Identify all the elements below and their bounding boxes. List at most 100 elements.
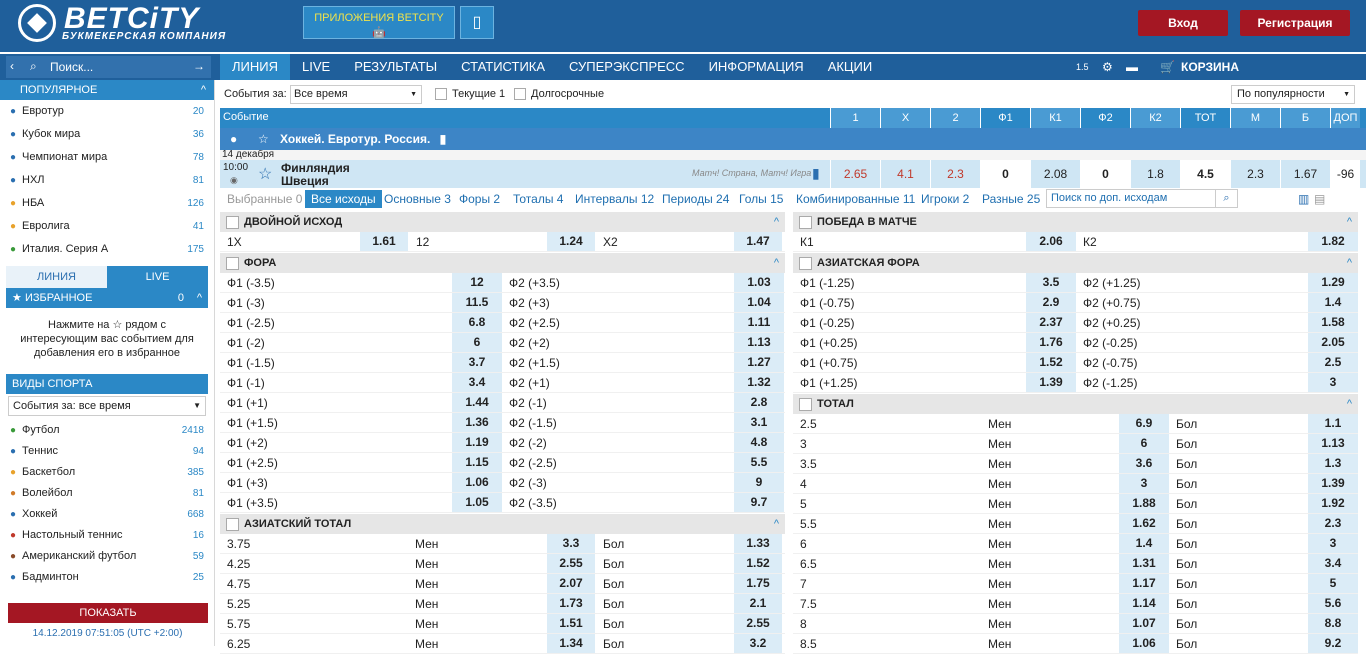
current-checkbox[interactable]: [435, 88, 447, 100]
odd-value[interactable]: 1.15: [452, 453, 502, 472]
market-title[interactable]: ТОТАЛ ^: [793, 394, 1358, 414]
tab-market[interactable]: Тоталы 4: [513, 188, 563, 210]
odd-value[interactable]: 1.88: [1119, 494, 1169, 513]
stats-icon[interactable]: ▮: [812, 165, 820, 182]
odd-value[interactable]: 8.8: [1308, 614, 1358, 633]
odd-value[interactable]: 5.6: [1308, 594, 1358, 613]
popular-item[interactable]: ● Кубок мира 36: [0, 123, 214, 146]
odd-value[interactable]: 5.5: [734, 453, 784, 472]
popular-item[interactable]: ● Италия. Серия А 175: [0, 238, 214, 261]
odd-value[interactable]: 1.07: [1119, 614, 1169, 633]
odd-value[interactable]: 1.13: [1308, 434, 1358, 453]
sport-item[interactable]: ● Бадминтон 25: [0, 567, 214, 588]
sport-item[interactable]: ● Хоккей 668: [0, 504, 214, 525]
arrow-right-icon[interactable]: →: [193, 59, 205, 73]
odd-value[interactable]: 1.06: [452, 473, 502, 492]
odd-value[interactable]: 3.2: [734, 634, 782, 653]
odd-value[interactable]: 4.8: [734, 433, 784, 452]
odd-over[interactable]: 1.67: [1280, 160, 1330, 188]
betcity-logo[interactable]: BETCiTY БУКМЕКЕРСКАЯ КОМПАНИЯ: [18, 2, 248, 48]
odd-value[interactable]: 6: [452, 333, 502, 352]
popular-item[interactable]: ● НХЛ 81: [0, 169, 214, 192]
tab-market[interactable]: Игроки 2: [921, 188, 969, 210]
phone-icon[interactable]: ▯: [460, 6, 494, 39]
cart-label[interactable]: КОРЗИНА: [1181, 54, 1239, 80]
popular-item[interactable]: ● Евротур 20: [0, 100, 214, 123]
tab-info[interactable]: ИНФОРМАЦИЯ: [697, 54, 816, 80]
odd-value[interactable]: 9.2: [1308, 634, 1358, 653]
star-icon[interactable]: ☆: [258, 164, 272, 184]
odd-x[interactable]: 4.1: [880, 160, 930, 188]
chevron-up-icon[interactable]: ^: [1347, 212, 1352, 232]
odd-value[interactable]: 1.14: [1119, 594, 1169, 613]
stats-icon[interactable]: ▮: [440, 132, 447, 146]
odd-value[interactable]: 1.13: [734, 333, 784, 352]
market-title[interactable]: АЗИАТСКИЙ ТОТАЛ ^: [220, 514, 785, 534]
odd-value[interactable]: 1.92: [1308, 494, 1358, 513]
odd-value[interactable]: 1.32: [734, 373, 784, 392]
tab-market[interactable]: Периоды 24: [662, 188, 729, 210]
odd-k2[interactable]: 1.8: [1130, 160, 1180, 188]
odd-value[interactable]: 1.17: [1119, 574, 1169, 593]
odd-value[interactable]: 1.58: [1308, 313, 1358, 332]
markets-search-input[interactable]: Поиск по доп. исходам ⌕: [1046, 189, 1238, 208]
show-button[interactable]: ПОКАЗАТЬ: [8, 603, 208, 623]
odd-value[interactable]: 3.1: [734, 413, 784, 432]
login-button[interactable]: Вход: [1138, 10, 1228, 36]
russia-flag-icon[interactable]: ▬: [1126, 54, 1138, 80]
tab-promo[interactable]: АКЦИИ: [816, 54, 885, 80]
odd-value[interactable]: 2.55: [547, 554, 595, 573]
odd-value[interactable]: 3.4: [1308, 554, 1358, 573]
market-title[interactable]: ПОБЕДА В МАТЧЕ ^: [793, 212, 1358, 232]
odd-1[interactable]: 2.65: [830, 160, 880, 188]
odd-value[interactable]: 2.3: [1308, 514, 1358, 533]
odd-value[interactable]: 1.05: [452, 493, 502, 512]
odd-value[interactable]: 1.76: [1026, 333, 1076, 352]
period-select[interactable]: Все время ▼: [290, 85, 422, 104]
apps-button[interactable]: ПРИЛОЖЕНИЯ BETCITY 🤖: [303, 6, 455, 39]
odd-value[interactable]: 3: [1119, 474, 1169, 493]
popular-item[interactable]: ● Евролига 41: [0, 215, 214, 238]
search-icon[interactable]: ⌕: [1215, 190, 1237, 207]
odd-value[interactable]: 1.39: [1308, 474, 1358, 493]
more-markets[interactable]: -96: [1330, 160, 1360, 188]
odd-value[interactable]: 1.24: [547, 232, 595, 251]
odd-value[interactable]: 1.62: [1119, 514, 1169, 533]
odd-value[interactable]: 1.03: [734, 273, 784, 292]
tab-statistics[interactable]: СТАТИСТИКА: [449, 54, 557, 80]
odd-value[interactable]: 1.36: [452, 413, 502, 432]
sport-item[interactable]: ● Баскетбол 385: [0, 462, 214, 483]
register-button[interactable]: Регистрация: [1240, 10, 1350, 36]
odd-value[interactable]: 1.52: [1026, 353, 1076, 372]
odd-value[interactable]: 1.82: [1308, 232, 1358, 251]
market-title[interactable]: ДВОЙНОЙ ИСХОД ^: [220, 212, 785, 232]
odd-value[interactable]: 1.44: [452, 393, 502, 412]
odd-value[interactable]: 1.11: [734, 313, 784, 332]
odd-2[interactable]: 2.3: [930, 160, 980, 188]
odd-value[interactable]: 3.4: [452, 373, 502, 392]
sport-item[interactable]: ● Волейбол 81: [0, 483, 214, 504]
odd-value[interactable]: 5: [1308, 574, 1358, 593]
league-row[interactable]: ● ☆ Хоккей. Евротур. Россия. ▮: [220, 128, 1366, 150]
tab-market[interactable]: Основные 3: [384, 188, 451, 210]
search-bar[interactable]: ‹ ⌕ Поиск... →: [6, 56, 211, 78]
odd-value[interactable]: 2.06: [1026, 232, 1076, 251]
odd-value[interactable]: 2.37: [1026, 313, 1076, 332]
market-title[interactable]: АЗИАТСКАЯ ФОРА ^: [793, 253, 1358, 273]
odd-value[interactable]: 1.33: [734, 534, 782, 553]
odd-value[interactable]: 2.1: [734, 594, 782, 613]
odd-value[interactable]: 3: [1308, 534, 1358, 553]
odd-value[interactable]: 1.4: [1119, 534, 1169, 553]
odd-value[interactable]: 1.4: [1308, 293, 1358, 312]
odd-value[interactable]: 2.07: [547, 574, 595, 593]
odd-value[interactable]: 1.34: [547, 634, 595, 653]
tab-market[interactable]: Разные 25: [982, 188, 1040, 210]
odd-value[interactable]: 1.3: [1308, 454, 1358, 473]
sort-select[interactable]: По популярности ▼: [1231, 85, 1355, 104]
odd-value[interactable]: 6.9: [1119, 414, 1169, 433]
sport-item[interactable]: ● Настольный теннис 16: [0, 525, 214, 546]
chevron-up-icon[interactable]: ^: [197, 288, 202, 308]
odd-value[interactable]: 1.1: [1308, 414, 1358, 433]
odd-value[interactable]: 6.8: [452, 313, 502, 332]
odd-value[interactable]: 1.04: [734, 293, 784, 312]
